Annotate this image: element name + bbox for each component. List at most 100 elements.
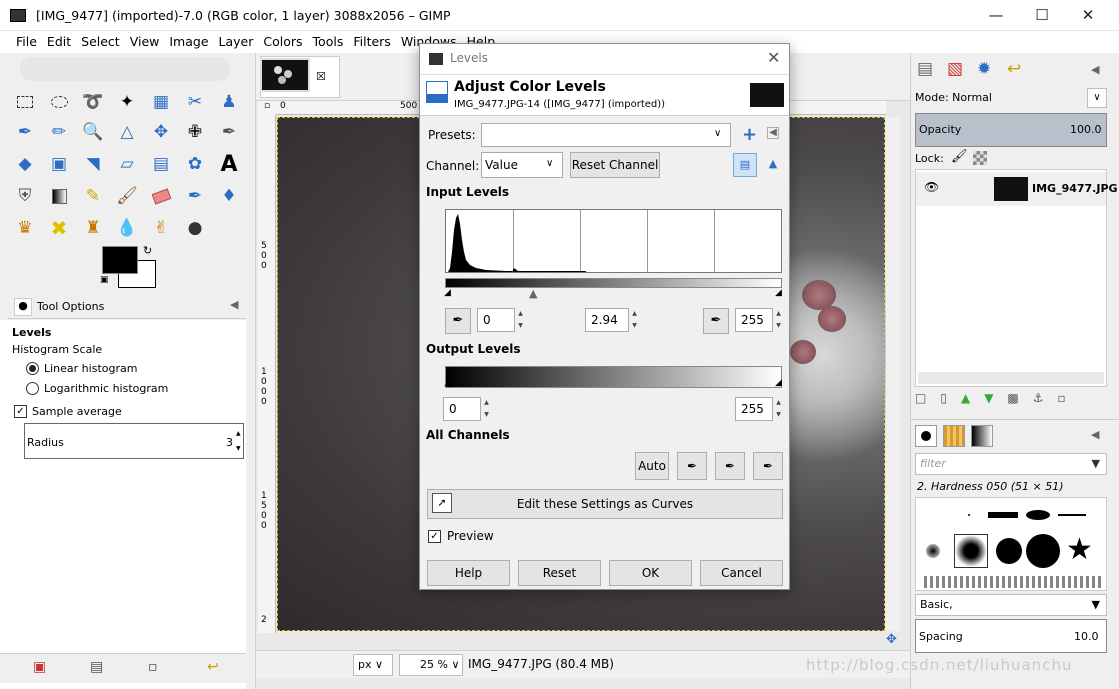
paths-tab-icon[interactable]: ✹ — [977, 59, 991, 79]
clone-icon[interactable]: ♛ — [12, 215, 38, 241]
blend-icon[interactable] — [46, 183, 72, 209]
pick-white-point-icon[interactable]: ✒ — [703, 308, 729, 334]
scale-icon[interactable]: ◥ — [80, 151, 106, 177]
pick-black-point-icon[interactable]: ✒ — [445, 308, 471, 334]
sample-average-checkbox[interactable]: ✓ — [14, 405, 27, 418]
menu-filters[interactable]: Filters — [348, 31, 395, 49]
channel-dropdown-arrow[interactable]: ∨ — [546, 158, 553, 169]
brush-preview[interactable] — [968, 514, 970, 516]
new-group-icon[interactable]: ▯ — [940, 391, 961, 405]
brush-preview[interactable] — [996, 538, 1022, 564]
lock-alpha-icon[interactable] — [973, 151, 987, 165]
menu-colors[interactable]: Colors — [258, 31, 307, 49]
delete-options-icon[interactable]: ▫ — [148, 659, 158, 675]
airbrush-icon[interactable]: ✒ — [182, 183, 208, 209]
text-tool-icon[interactable]: A — [216, 151, 242, 177]
reset-button[interactable]: Reset — [518, 560, 601, 586]
blur-sharpen-icon[interactable]: 💧 — [114, 215, 140, 241]
brush-preview[interactable] — [1026, 510, 1050, 520]
auto-black-picker-icon[interactable]: ✒ — [677, 452, 707, 480]
linear-histogram-radio[interactable] — [26, 362, 39, 375]
maximize-button[interactable]: ☐ — [1019, 0, 1065, 31]
input-gamma-spin[interactable]: ▲ ▼ — [630, 308, 639, 332]
unit-select[interactable]: px ∨ — [353, 654, 393, 676]
lock-pixels-icon[interactable]: 🖌 — [951, 149, 968, 164]
zoom-select[interactable]: 25 % ∨ — [399, 654, 463, 676]
ok-button[interactable]: OK — [609, 560, 692, 586]
swap-colors-icon[interactable]: ↻ — [143, 244, 152, 257]
navigate-icon[interactable]: ✥ — [886, 632, 906, 648]
input-high-field[interactable]: 255 — [735, 308, 773, 332]
brush-preview-star[interactable]: ★ — [1066, 532, 1093, 567]
minimize-button[interactable]: — — [973, 0, 1019, 31]
presets-menu-icon[interactable]: ◀ — [767, 127, 779, 139]
default-colors-icon[interactable]: ▣ — [100, 275, 109, 285]
input-low-field[interactable]: 0 — [477, 308, 515, 332]
spacing-slider[interactable]: Spacing 10.0 — [915, 619, 1107, 653]
input-gamma-handle[interactable]: ▲ — [529, 287, 537, 300]
radius-spin-arrows[interactable]: ▲ ▼ — [236, 426, 241, 456]
radius-field[interactable]: Radius 3 ▲ ▼ — [24, 423, 244, 459]
perspective-icon[interactable]: ▤ — [148, 151, 174, 177]
heal-icon[interactable]: ✖ — [46, 215, 72, 241]
perspective-clone-icon[interactable]: ♜ — [80, 215, 106, 241]
anchor-layer-icon[interactable]: ⚓ — [1033, 391, 1058, 405]
output-low-spin[interactable]: ▲ ▼ — [482, 397, 491, 421]
dodge-burn-icon[interactable]: ● — [182, 215, 208, 241]
foreground-select-icon[interactable]: ♟ — [216, 89, 242, 115]
free-select-icon[interactable]: ➰ — [80, 89, 106, 115]
save-options-icon[interactable]: ▣ — [33, 659, 46, 675]
tab-menu-icon[interactable]: ◀ — [230, 298, 238, 311]
vertical-scrollbar[interactable] — [886, 117, 900, 631]
layer-row[interactable]: 👁 IMG_9477.JPG — [916, 172, 1118, 206]
rect-select-icon[interactable] — [12, 89, 38, 115]
layers-tab-icon[interactable]: ▤ — [917, 59, 933, 79]
menu-layer[interactable]: Layer — [214, 31, 259, 49]
edit-as-curves-button[interactable]: ➚ Edit these Settings as Curves — [427, 489, 783, 519]
align-icon[interactable]: ✙ — [182, 119, 208, 145]
opacity-slider[interactable]: Opacity 100.0 — [915, 113, 1107, 147]
unified-transform-icon[interactable]: ◆ — [12, 151, 38, 177]
log-histogram-radio[interactable] — [26, 382, 39, 395]
preview-checkbox[interactable]: ✓ — [428, 530, 441, 543]
output-low-field[interactable]: 0 — [443, 397, 481, 421]
move-icon[interactable]: ✥ — [148, 119, 174, 145]
gradients-tab-icon[interactable] — [971, 425, 993, 447]
reset-channel-button[interactable]: Reset Channel — [570, 152, 660, 178]
brush-preview-selected[interactable] — [954, 534, 988, 568]
presets-combo[interactable]: ∨ — [481, 123, 731, 147]
menu-select[interactable]: Select — [76, 31, 125, 49]
new-layer-icon[interactable]: □ — [915, 391, 940, 405]
brushes-tab-icon[interactable] — [915, 425, 937, 447]
log-histogram-toggle-icon[interactable]: ▲ — [761, 153, 785, 177]
zoom-icon[interactable]: 🔍 — [80, 119, 106, 145]
close-button[interactable]: ✕ — [1065, 0, 1111, 31]
presets-dropdown-arrow[interactable]: ∨ — [714, 128, 721, 139]
menu-image[interactable]: Image — [164, 31, 213, 49]
menu-tools[interactable]: Tools — [308, 31, 349, 49]
brush-preset-select[interactable]: Basic, ▼ — [915, 594, 1107, 616]
reset-options-icon[interactable]: ↩ — [207, 659, 219, 675]
flip-icon[interactable]: ✿ — [182, 151, 208, 177]
auto-button[interactable]: Auto — [635, 452, 669, 480]
add-preset-icon[interactable]: + — [742, 124, 757, 145]
help-button[interactable]: Help — [427, 560, 510, 586]
menu-edit[interactable]: Edit — [42, 31, 76, 49]
crop-icon[interactable]: ✒ — [216, 119, 242, 145]
select-by-color-icon[interactable]: ▦ — [148, 89, 174, 115]
fuzzy-select-icon[interactable]: ✦ — [114, 89, 140, 115]
paths-icon[interactable]: ✒ — [12, 119, 38, 145]
duplicate-layer-icon[interactable]: ▩ — [1007, 391, 1032, 405]
auto-gray-picker-icon[interactable]: ✒ — [715, 452, 745, 480]
input-gamma-field[interactable]: 2.94 — [585, 308, 629, 332]
pencil-icon[interactable]: ✎ — [80, 183, 106, 209]
scissors-icon[interactable]: ✂ — [182, 89, 208, 115]
brush-preview[interactable] — [988, 512, 1018, 518]
delete-layer-icon[interactable]: ▫ — [1058, 391, 1080, 405]
cancel-button[interactable]: Cancel — [700, 560, 783, 586]
menu-view[interactable]: View — [125, 31, 165, 49]
brush-preview[interactable] — [1026, 534, 1060, 568]
channels-tab-icon[interactable]: ▧ — [947, 59, 963, 79]
shear-icon[interactable]: ▱ — [114, 151, 140, 177]
menu-file[interactable]: File — [11, 31, 42, 49]
